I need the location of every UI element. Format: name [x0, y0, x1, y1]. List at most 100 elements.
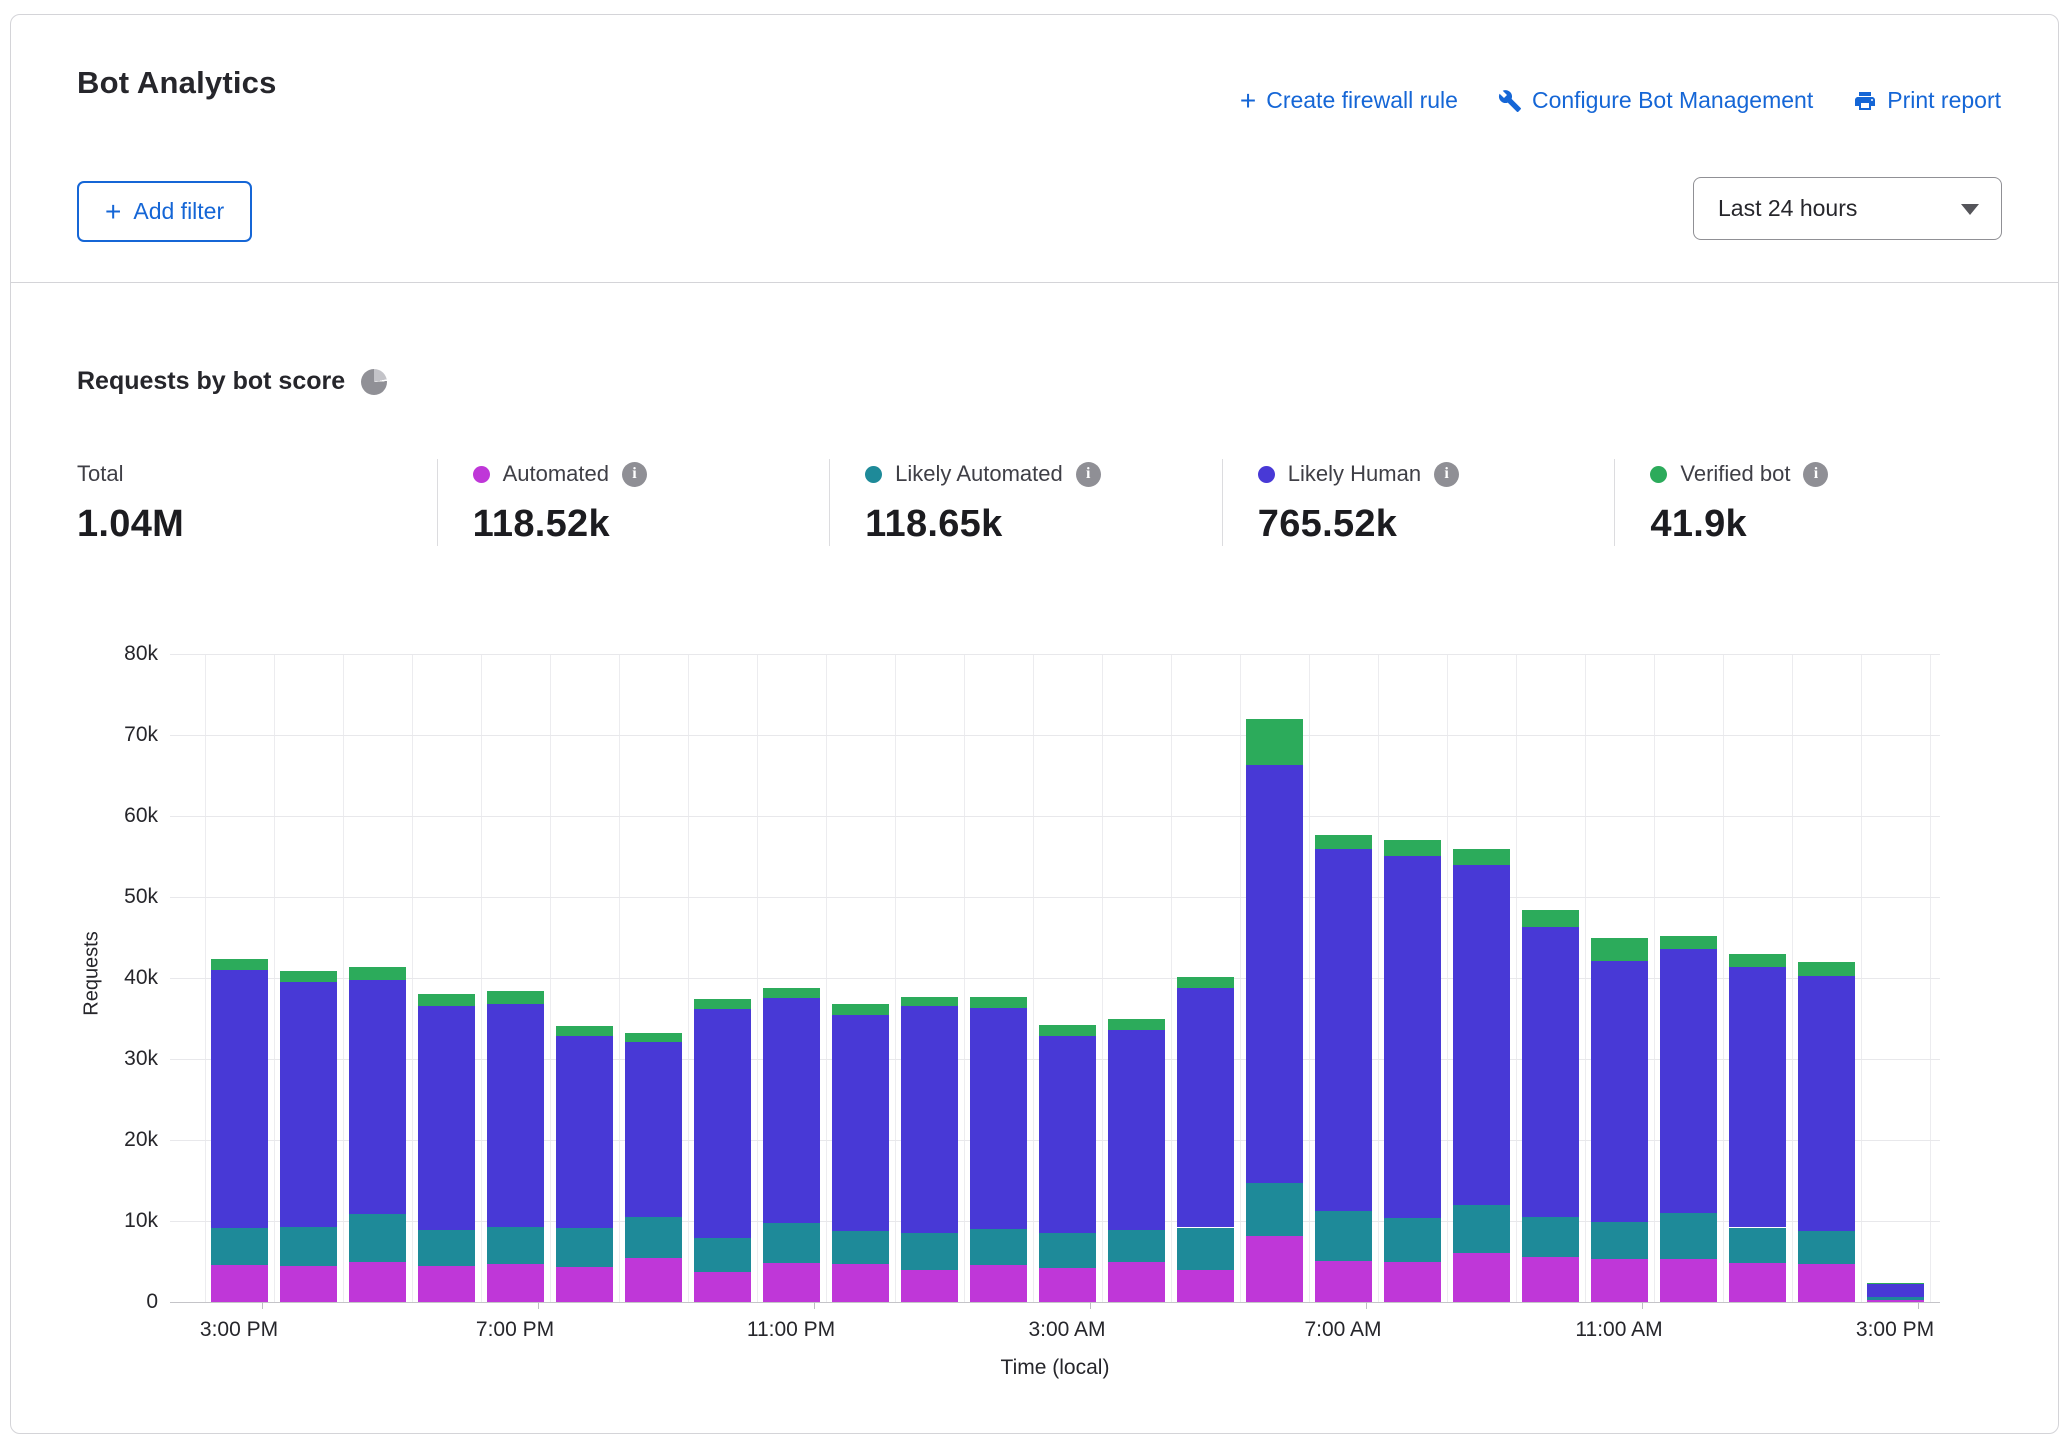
segment-verified-bot [418, 994, 475, 1006]
segment-likely-automated [556, 1228, 613, 1267]
segment-automated [211, 1265, 268, 1302]
likely-human-legend-dot-icon [1258, 466, 1275, 483]
bar-18-9-00-am[interactable] [1453, 849, 1510, 1302]
bar-21-12-00-pm[interactable] [1660, 936, 1717, 1302]
segment-automated [832, 1264, 889, 1302]
configure-bot-management-link[interactable]: Configure Bot Management [1498, 87, 1813, 114]
bar-20-11-00-am[interactable] [1591, 938, 1648, 1303]
bar-8-11-00-pm[interactable] [763, 988, 820, 1302]
segment-automated [1315, 1261, 1372, 1302]
segment-automated [763, 1263, 820, 1302]
segment-automated [694, 1272, 751, 1302]
bar-16-7-00-am[interactable] [1315, 835, 1372, 1302]
bar-24-3-00-pm[interactable] [1867, 1283, 1924, 1302]
add-filter-label: Add filter [133, 198, 224, 225]
segment-verified-bot [1522, 910, 1579, 927]
bar-9-12-00-am[interactable] [832, 1004, 889, 1302]
bar-15-6-00-am[interactable] [1246, 719, 1303, 1302]
bar-22-1-00-pm[interactable] [1729, 954, 1786, 1302]
segment-likely-automated [349, 1214, 406, 1263]
segment-likely-automated [832, 1231, 889, 1265]
segment-likely-human [280, 982, 337, 1227]
time-range-select[interactable]: Last 24 hours [1693, 177, 2002, 240]
bar-23-2-00-pm[interactable] [1798, 962, 1855, 1302]
segment-automated [1177, 1270, 1234, 1302]
segment-verified-bot [1867, 1283, 1924, 1284]
bar-0-3-00-pm[interactable] [211, 959, 268, 1302]
stat-likely-automated-value: 118.65k [865, 503, 1202, 546]
segment-likely-human [418, 1006, 475, 1230]
segment-verified-bot [1660, 936, 1717, 949]
segment-likely-human [1177, 988, 1234, 1228]
verified-bot-legend-dot-icon [1650, 466, 1667, 483]
bar-10-1-00-am[interactable] [901, 997, 958, 1302]
segment-likely-automated [694, 1238, 751, 1272]
info-icon[interactable]: i [1803, 462, 1828, 487]
segment-verified-bot [280, 971, 337, 982]
segment-verified-bot [625, 1033, 682, 1042]
segment-likely-automated [1867, 1297, 1924, 1299]
segment-automated [1039, 1268, 1096, 1302]
stat-likely-human-label: Likely Human [1288, 461, 1421, 487]
segment-likely-automated [1798, 1231, 1855, 1264]
bar-1-4-00-pm[interactable] [280, 971, 337, 1302]
segment-automated [280, 1266, 337, 1302]
bar-6-9-00-pm[interactable] [625, 1033, 682, 1302]
segment-likely-human [694, 1009, 751, 1238]
segment-likely-automated [1177, 1228, 1234, 1271]
segment-automated [970, 1265, 1027, 1302]
bar-12-3-00-am[interactable] [1039, 1025, 1096, 1302]
segment-likely-human [1384, 856, 1441, 1218]
pie-chart-icon [361, 369, 387, 395]
bar-4-7-00-pm[interactable] [487, 991, 544, 1302]
create-firewall-rule-link[interactable]: + Create firewall rule [1240, 87, 1458, 114]
stat-verified-bot-value: 41.9k [1650, 503, 1987, 546]
segment-likely-human [487, 1004, 544, 1227]
segment-automated [1867, 1300, 1924, 1302]
segment-automated [1384, 1262, 1441, 1303]
segment-verified-bot [694, 999, 751, 1009]
segment-likely-human [1867, 1284, 1924, 1297]
info-icon[interactable]: i [622, 462, 647, 487]
header-actions: + Create firewall rule Configure Bot Man… [1240, 87, 2001, 114]
stat-likely-human: Likely Human i 765.52k [1222, 459, 1615, 546]
automated-legend-dot-icon [473, 466, 490, 483]
stats-row: Total 1.04M Automatedi118.52kLikely Auto… [77, 459, 2007, 546]
bar-17-8-00-am[interactable] [1384, 840, 1441, 1302]
segment-likely-automated [1522, 1217, 1579, 1257]
bar-11-2-00-am[interactable] [970, 997, 1027, 1302]
stat-total-value: 1.04M [77, 503, 417, 546]
segment-likely-human [1729, 967, 1786, 1228]
segment-likely-automated [970, 1229, 1027, 1265]
print-report-link[interactable]: Print report [1853, 87, 2001, 114]
segment-automated [901, 1270, 958, 1302]
likely-automated-legend-dot-icon [865, 466, 882, 483]
stat-verified-bot: Verified boti41.9k [1614, 459, 2007, 546]
header-divider [11, 282, 2058, 283]
segment-likely-human [1108, 1030, 1165, 1230]
bar-13-4-00-am[interactable] [1108, 1019, 1165, 1302]
bar-19-10-00-am[interactable] [1522, 910, 1579, 1302]
segment-verified-bot [901, 997, 958, 1006]
segment-automated [625, 1258, 682, 1302]
segment-verified-bot [1729, 954, 1786, 967]
segment-likely-automated [418, 1230, 475, 1266]
segment-automated [487, 1264, 544, 1302]
bar-5-8-00-pm[interactable] [556, 1026, 613, 1302]
bar-2-5-00-pm[interactable] [349, 967, 406, 1302]
bar-14-5-00-am[interactable] [1177, 977, 1234, 1302]
segment-likely-human [970, 1008, 1027, 1229]
bar-3-6-00-pm[interactable] [418, 994, 475, 1302]
info-icon[interactable]: i [1434, 462, 1459, 487]
info-icon[interactable]: i [1076, 462, 1101, 487]
plus-icon: + [1240, 91, 1256, 111]
segment-likely-human [211, 970, 268, 1228]
segment-likely-automated [211, 1228, 268, 1264]
stat-automated-value: 118.52k [473, 503, 810, 546]
bar-7-10-00-pm[interactable] [694, 999, 751, 1302]
segment-likely-human [1453, 865, 1510, 1205]
add-filter-button[interactable]: + Add filter [77, 181, 252, 242]
stat-likely-human-value: 765.52k [1258, 503, 1595, 546]
printer-icon [1853, 89, 1877, 113]
section-title-row: Requests by bot score [77, 367, 387, 396]
